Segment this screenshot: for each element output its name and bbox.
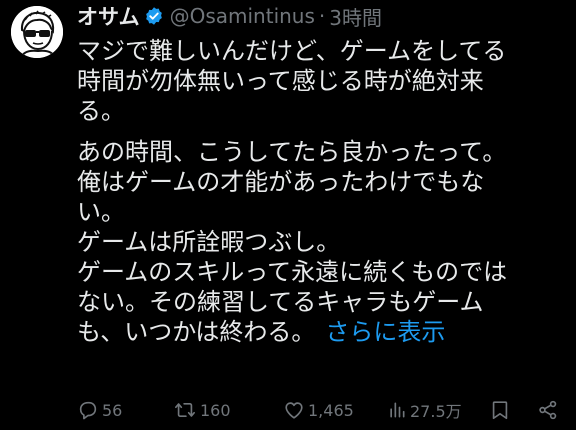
action-bar: 56 160 1,465 27.5万 — [77, 396, 567, 424]
timestamp[interactable]: 3時間 — [329, 2, 382, 31]
verified-badge-icon[interactable] — [144, 6, 164, 26]
tweet-line: ゲームのスキルって永遠に続くものでは — [77, 258, 508, 286]
reply-count: 56 — [102, 400, 123, 420]
tweet-line: ない。その練習してるキャラもゲーム — [77, 288, 484, 316]
like-icon — [285, 402, 303, 419]
tweet-line: い。 — [77, 198, 125, 226]
user-handle[interactable]: @Osamintinus — [170, 4, 315, 28]
bookmark-button[interactable] — [489, 396, 511, 424]
reply-button[interactable]: 56 — [77, 396, 122, 424]
tweet-line: る。 — [77, 97, 125, 125]
tweet-line: 俺はゲームの才能があったわけでもな — [77, 168, 485, 196]
tweet-text: マジで難しいんだけど、ゲームをしてる 時間が勿体無いって感じる時が絶対来 る。 … — [77, 36, 567, 347]
tweet-line: 時間が勿体無いって感じる時が絶対来 — [77, 67, 484, 95]
display-name[interactable]: オサム — [77, 1, 140, 31]
retweet-button[interactable]: 160 — [173, 396, 231, 424]
reply-icon — [79, 401, 97, 420]
tweet-line: も、いつかは終わる。 — [77, 318, 316, 346]
bookmark-icon — [492, 401, 508, 420]
avatar-image — [11, 6, 63, 58]
tweet-line: マジで難しいんだけど、ゲームをしてる — [77, 37, 507, 65]
views-button[interactable]: 27.5万 — [387, 396, 462, 424]
share-icon — [539, 400, 557, 420]
like-count: 1,465 — [308, 400, 354, 420]
tweet-line: ゲームは所詮暇つぶし。 — [77, 228, 341, 256]
tweet-line: あの時間、こうしてたら良かったって。 — [77, 138, 507, 166]
separator-dot: · — [318, 4, 326, 28]
views-count: 27.5万 — [410, 402, 462, 421]
retweet-icon — [175, 402, 195, 418]
tweet-header: オサム @Osamintinus · 3時間 — [77, 2, 382, 30]
like-button[interactable]: 1,465 — [283, 396, 354, 424]
tweet-last-line: も、いつかは終わる。 さらに表示 — [77, 317, 567, 347]
views-icon — [390, 402, 405, 418]
share-button[interactable] — [537, 396, 559, 424]
avatar[interactable] — [11, 6, 63, 58]
retweet-count: 160 — [200, 400, 231, 420]
show-more-link[interactable]: さらに表示 — [325, 318, 445, 346]
